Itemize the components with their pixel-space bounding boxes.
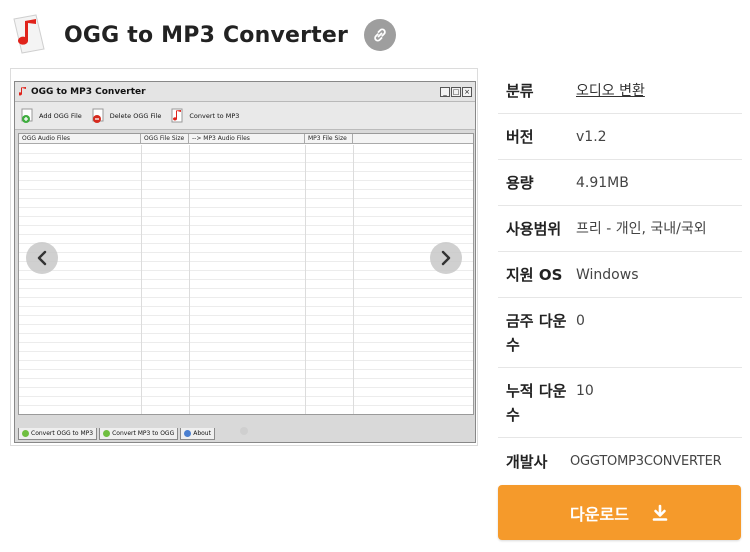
copy-link-button[interactable] [364, 19, 397, 51]
column-divider [189, 145, 190, 414]
info-label: 사용범위 [506, 220, 562, 238]
info-row-size: 용량 4.91MB [498, 160, 742, 206]
column-header: OGG File Size [141, 134, 189, 143]
screenshot-carousel: OGG to MP3 Converter _ □ × Add OGG File … [10, 68, 478, 446]
window-titlebar: OGG to MP3 Converter _ □ × [15, 82, 475, 102]
app-title: OGG to MP3 Converter [64, 22, 349, 48]
delete-ogg-file-label: Delete OGG File [109, 111, 162, 120]
program-info-table: 분류 오디오 변환 버전 v1.2 용량 4.91MB 사용범위 프리 - 개인… [498, 68, 742, 488]
info-label: 분류 [506, 82, 534, 100]
info-label: 버전 [506, 128, 534, 146]
tab-label: Convert OGG to MP3 [31, 430, 94, 437]
link-icon [374, 28, 386, 42]
app-small-icon [19, 86, 26, 95]
add-ogg-file-tool: Add OGG File [21, 108, 82, 124]
close-icon: × [462, 86, 472, 97]
info-label: 개발사 [506, 453, 548, 471]
minimize-icon: _ [440, 86, 450, 97]
music-note-icon [171, 108, 185, 124]
delete-ogg-file-tool: Delete OGG File [92, 108, 162, 124]
maximize-icon: □ [451, 86, 461, 97]
green-circle-icon [22, 430, 29, 437]
chevron-left-icon [37, 250, 47, 266]
delete-file-icon [92, 108, 106, 124]
chevron-right-icon [441, 250, 451, 266]
column-header: MP3 File Size [305, 134, 353, 143]
app-header: OGG to MP3 Converter [10, 10, 397, 60]
info-circle-icon [184, 430, 192, 437]
info-row-license: 사용범위 프리 - 개인, 국내/국외 [498, 206, 742, 252]
tab-convert-ogg-to-mp3: Convert OGG to MP3 [18, 428, 98, 440]
grid-header: OGG Audio Files OGG File Size --> MP3 Au… [19, 134, 473, 144]
column-header: OGG Audio Files [19, 134, 141, 143]
carousel-prev-button[interactable] [26, 242, 58, 274]
info-row-os: 지원 OS Windows [498, 252, 742, 298]
info-row-total-downloads: 누적 다운수 10 [498, 368, 742, 438]
column-divider [305, 145, 306, 414]
info-row-developer: 개발사 OGGTOMP3CONVERTER [498, 438, 742, 488]
info-value: v1.2 [576, 129, 607, 145]
column-divider [141, 145, 142, 414]
convert-to-mp3-tool: Convert to MP3 [171, 108, 239, 124]
info-value: Windows [576, 267, 639, 283]
info-value: 4.91MB [576, 175, 629, 191]
info-label: 지원 OS [506, 266, 563, 284]
carousel-next-button[interactable] [430, 242, 462, 274]
tab-label: About [193, 430, 211, 437]
convert-to-mp3-label: Convert to MP3 [189, 111, 240, 120]
window-title: OGG to MP3 Converter [31, 86, 146, 97]
download-icon [651, 504, 669, 522]
column-header: --> MP3 Audio Files [189, 134, 305, 143]
file-list-grid: OGG Audio Files OGG File Size --> MP3 Au… [18, 133, 474, 415]
column-header-empty [353, 134, 473, 143]
app-window-screenshot: OGG to MP3 Converter _ □ × Add OGG File … [14, 81, 476, 443]
grid-rows [19, 145, 473, 414]
info-label: 누적 다운수 [506, 382, 567, 424]
tab-label: Convert MP3 to OGG [112, 430, 175, 437]
info-value: 프리 - 개인, 국내/국외 [576, 221, 707, 237]
green-circle-icon [103, 430, 111, 437]
category-link[interactable]: 오디오 변환 [576, 79, 742, 113]
info-row-category: 분류 오디오 변환 [498, 68, 742, 114]
info-label: 금주 다운수 [506, 312, 567, 354]
column-divider [353, 145, 354, 414]
info-value: 10 [576, 383, 594, 399]
add-ogg-file-label: Add OGG File [39, 111, 82, 120]
tab-about: About [180, 428, 215, 440]
info-value: 0 [576, 313, 585, 329]
carousel-indicator-dot[interactable] [240, 427, 248, 435]
window-controls: _ □ × [440, 86, 472, 97]
info-label: 용량 [506, 174, 534, 192]
info-row-weekly-downloads: 금주 다운수 0 [498, 298, 742, 368]
info-value: OGGTOMP3CONVERTER [570, 454, 722, 469]
info-row-version: 버전 v1.2 [498, 114, 742, 160]
add-file-icon [21, 108, 35, 124]
tab-convert-mp3-to-ogg: Convert MP3 to OGG [99, 428, 179, 440]
window-toolbar: Add OGG File Delete OGG File Convert to … [15, 102, 475, 130]
download-label: 다운로드 [570, 504, 629, 524]
download-button[interactable]: 다운로드 [498, 485, 741, 540]
music-note-doc-icon [10, 13, 54, 57]
